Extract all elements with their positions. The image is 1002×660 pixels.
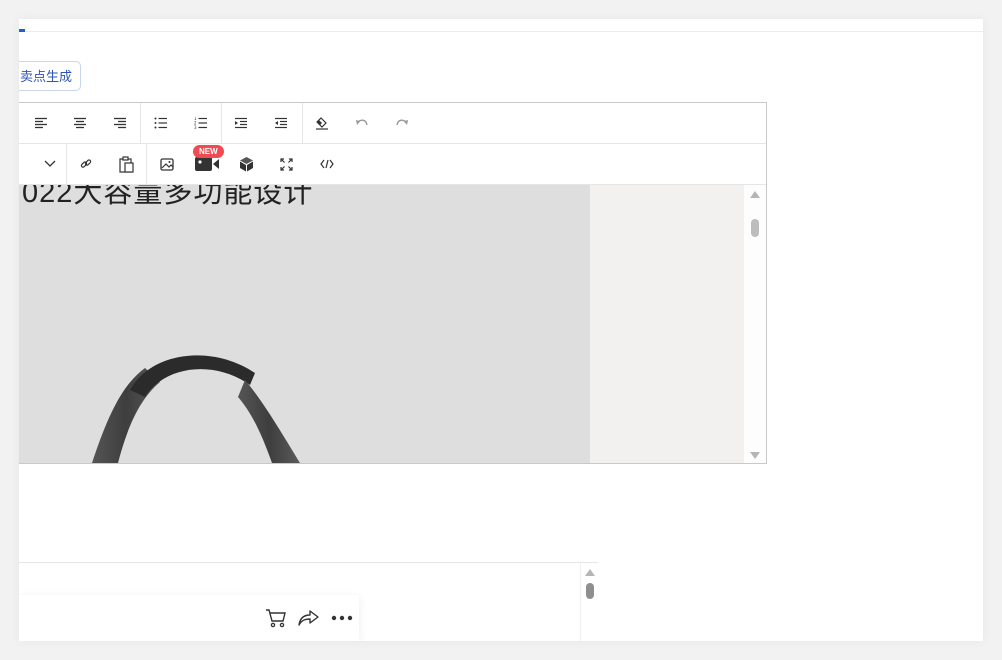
preview-action-bar (19, 595, 359, 641)
editor-toolbar-row-1: 123 (19, 103, 766, 144)
scroll-thumb[interactable] (751, 219, 759, 237)
toolbar-separator (140, 103, 141, 143)
outdent-icon[interactable] (268, 111, 294, 135)
new-badge: NEW (193, 145, 224, 158)
source-code-icon[interactable] (314, 152, 340, 176)
align-right-icon[interactable] (107, 111, 133, 135)
cart-icon[interactable] (263, 605, 289, 631)
link-icon[interactable] (73, 152, 99, 176)
numbered-list-icon[interactable]: 123 (188, 111, 214, 135)
tab-divider (19, 31, 983, 32)
active-tab-indicator (19, 29, 25, 32)
product-detail-panel: 卖点生成 123 NEW 022大容量多功能设计 (19, 19, 983, 641)
mobile-preview (19, 562, 598, 641)
toolbar-separator (66, 144, 67, 184)
3d-model-icon[interactable] (233, 152, 259, 176)
rich-text-editor: 123 NEW 022大容量多功能设计 (19, 102, 767, 464)
more-icon[interactable] (329, 605, 355, 631)
fullscreen-icon[interactable] (273, 152, 299, 176)
preview-vertical-scrollbar[interactable] (580, 563, 599, 641)
eraser-icon[interactable] (309, 111, 335, 135)
scroll-up-arrow[interactable] (585, 569, 595, 576)
editor-toolbar-row-2: NEW (19, 144, 766, 185)
align-left-icon[interactable] (28, 111, 54, 135)
toolbar-separator (221, 103, 222, 143)
scroll-down-arrow[interactable] (750, 452, 760, 459)
align-center-icon[interactable] (67, 111, 93, 135)
toolbar-separator (146, 144, 147, 184)
handbag-illustration (92, 355, 300, 463)
image-icon[interactable] (154, 152, 180, 176)
bullet-list-icon[interactable] (148, 111, 174, 135)
scroll-thumb[interactable] (586, 583, 594, 599)
selling-point-generate-button[interactable]: 卖点生成 (19, 61, 82, 91)
paste-icon[interactable] (114, 152, 140, 176)
product-image: 022大容量多功能设计 (19, 185, 590, 463)
editor-vertical-scrollbar[interactable] (744, 185, 766, 463)
share-icon[interactable] (296, 605, 322, 631)
dropdown-chevron-icon[interactable] (37, 152, 63, 176)
redo-icon[interactable] (389, 111, 415, 135)
scroll-up-arrow[interactable] (750, 191, 760, 198)
indent-icon[interactable] (228, 111, 254, 135)
undo-icon[interactable] (349, 111, 375, 135)
svg-text:3: 3 (194, 125, 197, 129)
editor-content-area[interactable]: 022大容量多功能设计 (19, 185, 766, 463)
toolbar-separator (302, 103, 303, 143)
